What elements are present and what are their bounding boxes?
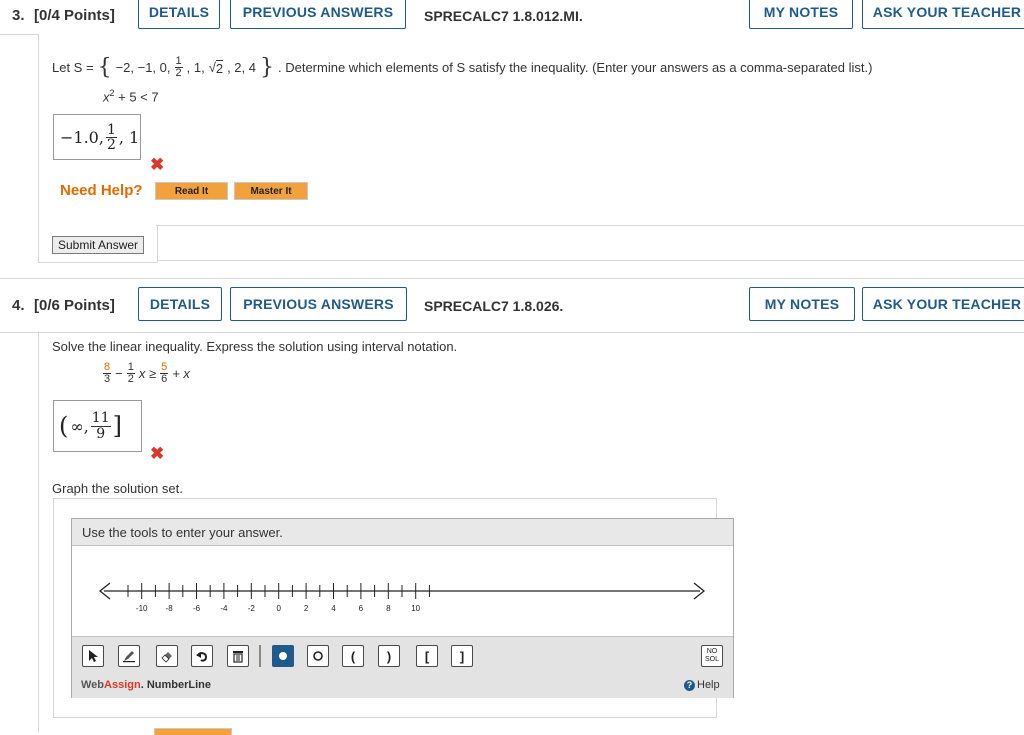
q3-set-open-brace: {: [97, 55, 112, 80]
q4-fraction-8-3: 83: [103, 361, 112, 385]
undo-icon[interactable]: [191, 645, 213, 667]
q4-inequality: 83 − 12 x ≥ 56 + x: [103, 361, 190, 385]
q4-points: [0/6 Points]: [34, 297, 115, 314]
numberline-canvas[interactable]: -10 -8 -6 -4 -2 0 2 4 6 8 10: [72, 545, 733, 635]
trash-icon[interactable]: [227, 645, 249, 667]
q4-previous-answers-button[interactable]: PREVIOUS ANSWERS: [230, 287, 407, 321]
q4-graph-prompt: Graph the solution set.: [52, 481, 183, 496]
q3-set-sqrt: √ 2: [208, 59, 224, 76]
numberline-instruction-bar: Use the tools to enter your answer.: [72, 519, 733, 546]
q4-answer-fraction: 11 9: [90, 409, 111, 442]
pencil-icon[interactable]: [118, 645, 140, 667]
q3-need-help-label: Need Help?: [60, 182, 143, 199]
q3-points: [0/4 Points]: [34, 7, 115, 24]
q4-number: 4.: [12, 297, 25, 314]
q3-set-items-a: −2, −1, 0,: [115, 60, 171, 75]
q3-set-close-brace: }: [260, 55, 274, 80]
open-paren-icon[interactable]: (: [342, 645, 364, 667]
close-bracket-icon[interactable]: ]: [451, 645, 473, 667]
pointer-icon[interactable]: [82, 645, 104, 667]
filled-point-icon[interactable]: [272, 645, 294, 667]
q4-fraction-5-6: 56: [160, 361, 169, 385]
q3-my-notes-button[interactable]: MY NOTES: [749, 0, 853, 29]
q4-body-border: [38, 332, 39, 732]
toolbar-separator: [259, 645, 261, 667]
q4-prompt: Solve the linear inequality. Express the…: [52, 339, 458, 354]
q4-details-button[interactable]: DETAILS: [138, 287, 222, 321]
tick-label: 10: [411, 604, 420, 613]
tick-label: -6: [193, 604, 201, 613]
q3-answer-fraction: 12: [105, 121, 117, 153]
q3-inequality: x2 + 5 < 7: [103, 88, 159, 105]
q3-answer-field[interactable]: −1.0, 12 , 1: [53, 114, 141, 160]
q3-read-it-button[interactable]: Read It: [155, 182, 228, 200]
q3-set-fraction: 12: [174, 55, 183, 79]
q3-prompt-prefix: Let S =: [52, 60, 94, 75]
q3-problem-code: SPRECALC7 1.8.012.MI.: [424, 8, 583, 24]
q3-master-it-button[interactable]: Master It: [234, 182, 308, 200]
tick-label: 4: [331, 604, 336, 613]
q3-submit-answer-button[interactable]: Submit Answer: [52, 236, 145, 254]
q3-prompt-suffix: . Determine which elements of S satisfy …: [278, 60, 873, 75]
no-solution-button[interactable]: NO SOL: [701, 645, 723, 667]
tick-label: 6: [359, 604, 364, 613]
q3-number: 3.: [12, 7, 25, 24]
tick-label: 8: [386, 604, 391, 613]
q4-problem-code: SPRECALC7 1.8.026.: [424, 298, 564, 314]
q3-set-items-b: , 1,: [186, 60, 205, 75]
tick-label: -4: [220, 604, 228, 613]
numberline-ticks: -10 -8 -6 -4 -2 0 2 4 6 8 10: [127, 583, 430, 613]
q3-divider: [156, 225, 1024, 226]
q3-set-items-c: , 2, 4: [227, 60, 256, 75]
open-bracket-icon[interactable]: [: [416, 645, 438, 667]
q3-ask-teacher-button[interactable]: ASK YOUR TEACHER: [862, 0, 1024, 29]
q3-previous-answers-button[interactable]: PREVIOUS ANSWERS: [230, 0, 406, 29]
q3-incorrect-icon: ✖: [150, 155, 165, 174]
numberline-toolbar: ( ) [ ] NO SOL WebAssign. NumberLine ? H…: [72, 636, 733, 698]
numberline-widget: Use the tools to enter your answer. -10-…: [71, 518, 734, 698]
tick-label: -2: [248, 604, 256, 613]
close-paren-icon[interactable]: ): [378, 645, 400, 667]
q3-header-bar: 3. [0/4 Points] DETAILS PREVIOUS ANSWERS…: [0, 0, 1024, 35]
q4-fraction-1-2: 12: [126, 361, 135, 385]
q4-ask-teacher-button[interactable]: ASK YOUR TEACHER: [862, 287, 1024, 321]
q4-header-bar: 4. [0/6 Points] DETAILS PREVIOUS ANSWERS…: [0, 278, 1024, 333]
tick-label: 0: [276, 604, 281, 613]
q4-incorrect-icon: ✖: [150, 444, 165, 463]
numberline-instruction: Use the tools to enter your answer.: [82, 525, 283, 540]
tick-label: -8: [166, 604, 174, 613]
webassign-numberline-logo: WebAssign. NumberLine: [81, 679, 212, 691]
tick-label: -10: [136, 604, 148, 613]
q3-details-button[interactable]: DETAILS: [138, 0, 220, 29]
q4-answer-field[interactable]: ( ∞, 11 9 ]: [53, 400, 142, 452]
tick-label: 2: [304, 604, 309, 613]
q3-prompt: Let S = { −2, −1, 0, 12 , 1, √ 2 , 2, 4 …: [52, 55, 872, 80]
eraser-icon[interactable]: [156, 645, 178, 667]
help-icon: ?: [684, 679, 695, 691]
numberline-help-link[interactable]: ? Help: [684, 679, 720, 691]
open-point-icon[interactable]: [307, 645, 329, 667]
q4-my-notes-button[interactable]: MY NOTES: [749, 287, 855, 321]
